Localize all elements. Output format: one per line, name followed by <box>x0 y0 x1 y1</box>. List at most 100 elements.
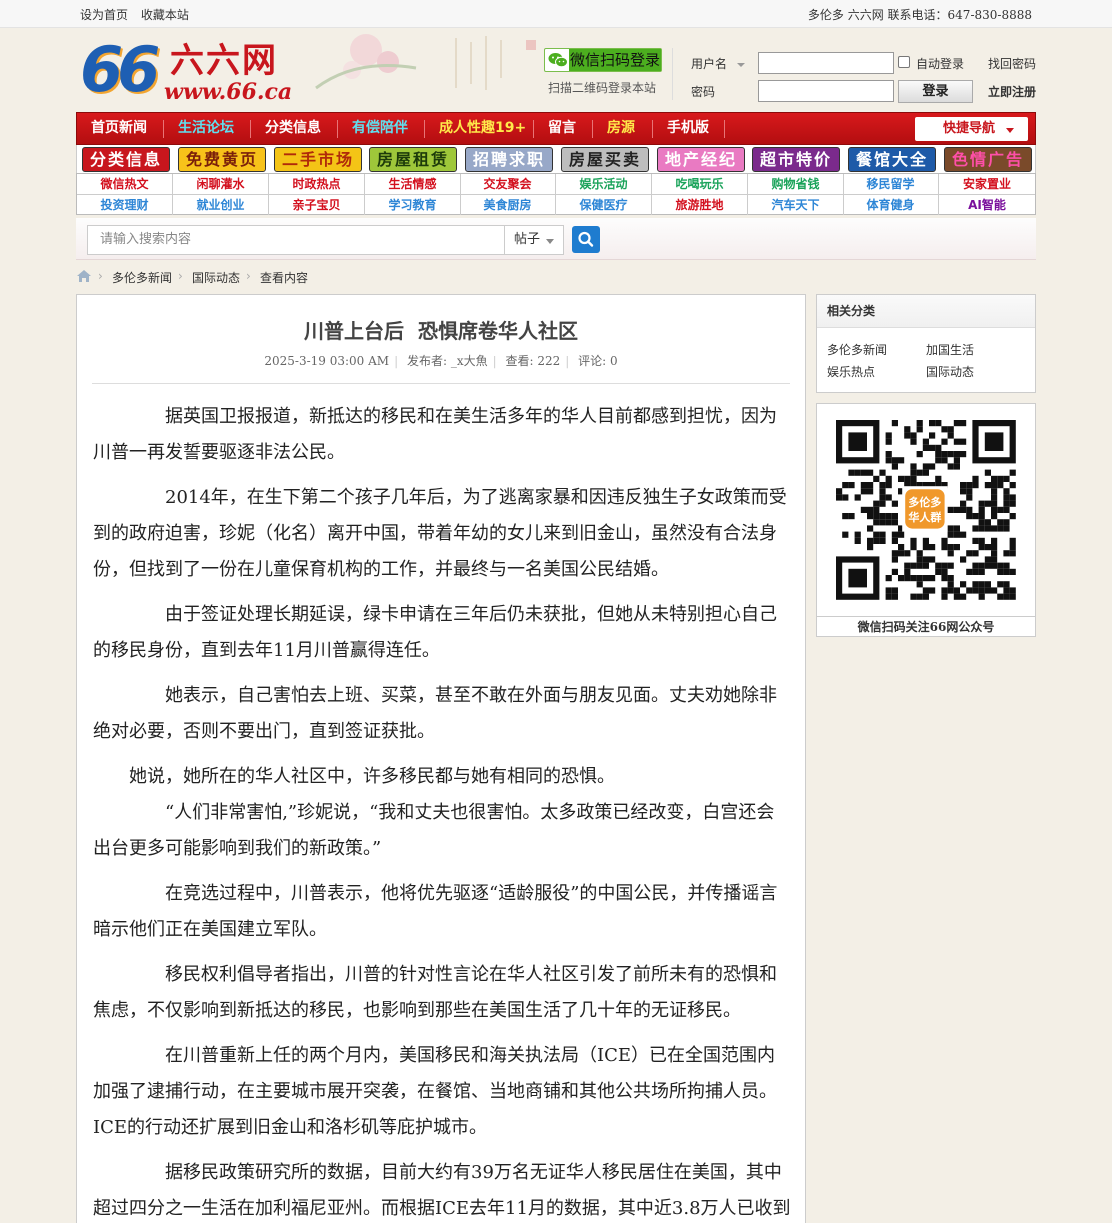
grid-link[interactable]: 吃喝玩乐 <box>652 174 748 194</box>
nav-item-mobile[interactable]: 手机版 <box>667 113 709 144</box>
login-button[interactable]: 登录 <box>898 80 973 103</box>
banner-restaurants[interactable]: 餐馆大全 <box>848 147 936 172</box>
grid-link[interactable]: 学习教育 <box>365 195 461 215</box>
article-paragraph: 在川普重新上任的两个月内，美国移民和海关执法局（ICE）已在全国范围内加强了逮捕… <box>93 1045 777 1138</box>
chevron-down-icon <box>736 62 745 67</box>
article-body: 据英国卫报报道，新抵达的移民和在美生活多年的华人目前都感到担忧，因为川普一再发誓… <box>93 399 791 1223</box>
nav-item-life-forum[interactable]: 生活论坛 <box>178 113 234 144</box>
nav-item-home-news[interactable]: 首页新闻 <box>91 113 147 144</box>
article-paragraph: 在竞选过程中，川普表示，他将优先驱逐“适龄服役”的中国公民，并传播谣言暗示他们正… <box>93 883 778 940</box>
register-link[interactable]: 立即注册 <box>988 83 1036 100</box>
banner-second-hand[interactable]: 二手市场 <box>274 147 362 172</box>
home-icon[interactable] <box>76 269 92 283</box>
grid-link[interactable]: 生活情感 <box>365 174 461 194</box>
breadcrumb-item[interactable]: 多伦多新闻 <box>112 269 172 286</box>
nav-item-classifieds[interactable]: 分类信息 <box>265 113 321 144</box>
grid-link[interactable]: 亲子宝贝 <box>269 195 365 215</box>
article-panel: 川普上台后 恐惧席卷华人社区 2025-3-19 03:00 AM | 发布者: … <box>76 294 806 1223</box>
nav-separator <box>533 120 534 138</box>
site-logo[interactable]: 66 六六网 www.66.ca <box>78 36 408 106</box>
article-divider <box>92 383 790 384</box>
related-title: 相关分类 <box>817 295 1035 328</box>
related-link[interactable]: 娱乐热点 <box>827 363 875 380</box>
auto-login-checkbox[interactable] <box>898 56 910 68</box>
grid-link[interactable]: 时政热点 <box>269 174 365 194</box>
set-home-link[interactable]: 设为首页 <box>80 8 128 22</box>
breadcrumb-item[interactable]: 国际动态 <box>192 269 240 286</box>
logo-chinese: 六六网 <box>170 41 278 81</box>
related-link[interactable]: 多伦多新闻 <box>827 341 887 358</box>
nav-item-adult[interactable]: 成人性趣19+ <box>439 113 526 144</box>
related-link[interactable]: 国际动态 <box>926 363 974 380</box>
grid-link[interactable]: 就业创业 <box>173 195 269 215</box>
article-author-label: 发布者: <box>406 354 447 368</box>
grid-link[interactable]: 汽车天下 <box>748 195 844 215</box>
password-input[interactable] <box>758 80 894 102</box>
nav-separator <box>250 120 251 138</box>
breadcrumb-separator: › <box>178 269 183 283</box>
banner-adult-ads[interactable]: 色情广告 <box>944 147 1032 172</box>
quick-nav-dropdown[interactable]: 快捷导航 <box>915 117 1028 141</box>
nav-separator <box>424 120 425 138</box>
top-links: 设为首页 收藏本站 <box>80 6 198 23</box>
qr-caption: 微信扫码关注66网公众号 <box>817 616 1035 636</box>
grid-link[interactable]: 美食厨房 <box>460 195 556 215</box>
banner-yellow-pages[interactable]: 免费黄页 <box>178 147 266 172</box>
banner-classifieds[interactable]: 分类信息 <box>82 147 170 172</box>
qr-badge-line1: 多伦多 <box>908 495 941 509</box>
article-comments[interactable]: 0 <box>610 354 618 368</box>
nav-item-paid-companion[interactable]: 有偿陪伴 <box>352 113 408 144</box>
article-meta: 2025-3-19 03:00 AM | 发布者: _x大魚 | 查看: 222 | … <box>264 354 618 368</box>
nav-separator <box>724 120 725 138</box>
grid-link[interactable]: 娱乐活动 <box>556 174 652 194</box>
wechat-login-button[interactable]: 微信扫码登录 <box>544 48 662 72</box>
banner-rental[interactable]: 房屋租赁 <box>369 147 457 172</box>
nav-separator <box>337 120 338 138</box>
breadcrumb-separator: › <box>98 269 103 283</box>
banner-jobs[interactable]: 招聘求职 <box>465 147 553 172</box>
search-bar: 请输入搜索内容 帖子 <box>76 218 1036 260</box>
article-author[interactable]: _x大魚 <box>451 354 488 368</box>
grid-link[interactable]: 闲聊灌水 <box>173 174 269 194</box>
article-paragraph: 2014年，在生下第二个孩子几年后，为了逃离家暴和因违反独生子女政策而受到的政府… <box>93 487 787 580</box>
search-type-value: 帖子 <box>514 232 541 247</box>
grid-link[interactable]: 交友聚会 <box>460 174 556 194</box>
article-paragraph: 据英国卫报报道，新抵达的移民和在美生活多年的华人目前都感到担忧，因为川普一再发誓… <box>93 406 777 463</box>
related-link[interactable]: 加国生活 <box>926 341 974 358</box>
banner-property-sale[interactable]: 房屋买卖 <box>561 147 649 172</box>
grid-link[interactable]: AI智能 <box>939 195 1035 215</box>
wechat-qr-panel: 多伦多 华人群 微信扫码关注66网公众号 <box>816 403 1036 637</box>
search-type-select[interactable]: 帖子 <box>504 225 564 255</box>
grid-link[interactable]: 移民留学 <box>843 174 939 194</box>
grid-link[interactable]: 保健医疗 <box>556 195 652 215</box>
wechat-login-label: 微信扫码登录 <box>569 49 661 71</box>
search-button[interactable] <box>572 226 600 253</box>
header-divider <box>672 48 673 100</box>
article-date: 2025-3-19 03:00 AM <box>264 354 390 368</box>
article-comments-label: 评论: <box>578 354 607 368</box>
banner-realtor[interactable]: 地产经纪 <box>657 147 745 172</box>
banner-supermarket[interactable]: 超市特价 <box>752 147 840 172</box>
grid-link[interactable]: 购物省钱 <box>748 174 844 194</box>
username-label[interactable]: 用户名 <box>691 55 745 72</box>
grid-link[interactable]: 安家置业 <box>939 174 1035 194</box>
grid-link[interactable]: 微信热文 <box>77 174 173 194</box>
grid-link[interactable]: 旅游胜地 <box>652 195 748 215</box>
forgot-password-link[interactable]: 找回密码 <box>988 55 1036 72</box>
search-icon <box>578 231 594 247</box>
bookmark-link[interactable]: 收藏本站 <box>141 8 189 22</box>
nav-item-guestbook[interactable]: 留言 <box>548 113 576 144</box>
breadcrumb-separator: › <box>246 269 251 283</box>
article-paragraph: 由于签证处理长期延误，绿卡申请在三年后仍未获批，但她从未特别担心自己的移民身份，… <box>93 604 777 661</box>
article-paragraph: 她说，她所在的华人社区中，许多移民都与她有相同的恐惧。 <box>129 766 615 787</box>
wechat-login-hint: 扫描二维码登录本站 <box>548 81 657 95</box>
grid-link[interactable]: 体育健身 <box>843 195 939 215</box>
search-input[interactable]: 请输入搜索内容 <box>87 225 505 255</box>
article-title: 川普上台后 恐惧席卷华人社区 <box>304 319 578 343</box>
nav-item-housing[interactable]: 房源 <box>607 113 635 144</box>
quick-nav-label: 快捷导航 <box>943 121 996 136</box>
qr-badge-line2: 华人群 <box>908 510 941 524</box>
username-input[interactable] <box>758 52 894 74</box>
contact-info: 多伦多 六六网 联系电话：647-830-8888 <box>807 8 1032 22</box>
grid-link[interactable]: 投资理财 <box>77 195 173 215</box>
